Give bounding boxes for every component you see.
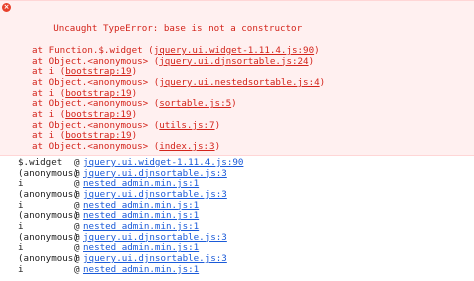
- stack-function-name: (anonymous): [18, 210, 79, 222]
- stack-at-symbol: @: [74, 188, 80, 200]
- frame-prefix: at i (: [32, 87, 66, 99]
- frame-source-link[interactable]: bootstrap:19: [65, 109, 131, 120]
- frame-source-link[interactable]: jquery.ui.djnsortable.js:24: [159, 56, 308, 67]
- frame-prefix: at Object.<anonymous> (: [32, 55, 160, 67]
- stack-function-name: (anonymous): [18, 231, 79, 243]
- frame-suffix: ): [319, 76, 326, 88]
- stack-row: (anonymous) @ jquery.ui.djnsortable.js:3: [0, 253, 474, 265]
- frame-suffix: ): [131, 130, 138, 142]
- frame-source-link[interactable]: index.js:3: [159, 141, 214, 152]
- stack-row: (anonymous) @ jquery.ui.djnsortable.js:3: [0, 188, 474, 201]
- stack-row: (anonymous) @ nested_admin.min.js:1: [0, 211, 474, 222]
- frame-prefix: at i (: [32, 130, 66, 142]
- frame-suffix: ): [308, 55, 315, 67]
- stack-at-symbol: @: [74, 156, 80, 168]
- error-frame: at Object.<anonymous> (index.js:3): [0, 141, 474, 153]
- stack-row: $.widget @ jquery.ui.widget-1.11.4.js:90: [0, 156, 474, 169]
- devtools-console: × Uncaught TypeError: base is not a cons…: [0, 0, 474, 281]
- frame-suffix: ): [314, 44, 320, 56]
- frame-source-link[interactable]: utils.js:7: [159, 120, 214, 131]
- stack-function-name: (anonymous): [18, 167, 79, 179]
- stack-function-name: (anonymous): [18, 188, 79, 200]
- frame-suffix: ): [214, 119, 221, 131]
- frame-prefix: at Object.<anonymous> (: [32, 119, 160, 131]
- frame-suffix: ): [131, 87, 138, 99]
- frame-source-link[interactable]: bootstrap:19: [65, 66, 131, 77]
- stack-row: (anonymous) @ jquery.ui.djnsortable.js:3: [0, 167, 474, 180]
- stack-function-name: i: [18, 263, 24, 275]
- error-message-block: × Uncaught TypeError: base is not a cons…: [0, 0, 474, 156]
- frame-prefix: at Object.<anonymous> (: [32, 141, 160, 153]
- frame-suffix: ): [214, 141, 221, 153]
- stack-at-symbol: @: [74, 263, 80, 275]
- frame-suffix: ): [131, 109, 138, 121]
- stack-source-link[interactable]: jquery.ui.widget-1.11.4.js:90: [83, 157, 243, 169]
- frame-source-link[interactable]: bootstrap:19: [65, 88, 131, 99]
- stack-function-name: (anonymous): [18, 253, 79, 265]
- stack-row: i @ nested_admin.min.js:1: [0, 263, 474, 276]
- frame-prefix: at i (: [32, 66, 66, 78]
- stack-source-link[interactable]: jquery.ui.djnsortable.js:3: [83, 189, 227, 201]
- error-header[interactable]: × Uncaught TypeError: base is not a cons…: [0, 3, 474, 46]
- error-frames: at Function.$.widget (jquery.ui.widget-1…: [0, 44, 474, 153]
- call-stack: $.widget @ jquery.ui.widget-1.11.4.js:90 (a…: [0, 156, 474, 276]
- frame-prefix: at Object.<anonymous> (: [32, 76, 160, 88]
- frame-prefix: at i (: [32, 109, 66, 121]
- stack-function-name: $.widget: [18, 156, 63, 168]
- frame-source-link[interactable]: sortable.js:5: [159, 98, 231, 109]
- stack-source-link[interactable]: nested_admin.min.js:1: [83, 264, 199, 276]
- frame-source-link[interactable]: jquery.ui.widget-1.11.4.js:90: [154, 45, 314, 56]
- error-message: Uncaught TypeError: base is not a constr…: [53, 23, 303, 35]
- frame-source-link[interactable]: jquery.ui.nestedsortable.js:4: [159, 77, 319, 88]
- frame-suffix: ): [231, 98, 237, 110]
- stack-row: (anonymous) @ jquery.ui.djnsortable.js:3: [0, 231, 474, 244]
- frame-source-link[interactable]: bootstrap:19: [65, 130, 131, 142]
- frame-suffix: ): [131, 66, 138, 78]
- frame-prefix: at Function.$.widget (: [32, 44, 154, 56]
- error-circle-icon: ×: [2, 3, 11, 12]
- frame-prefix: at Object.<anonymous> (: [32, 98, 160, 110]
